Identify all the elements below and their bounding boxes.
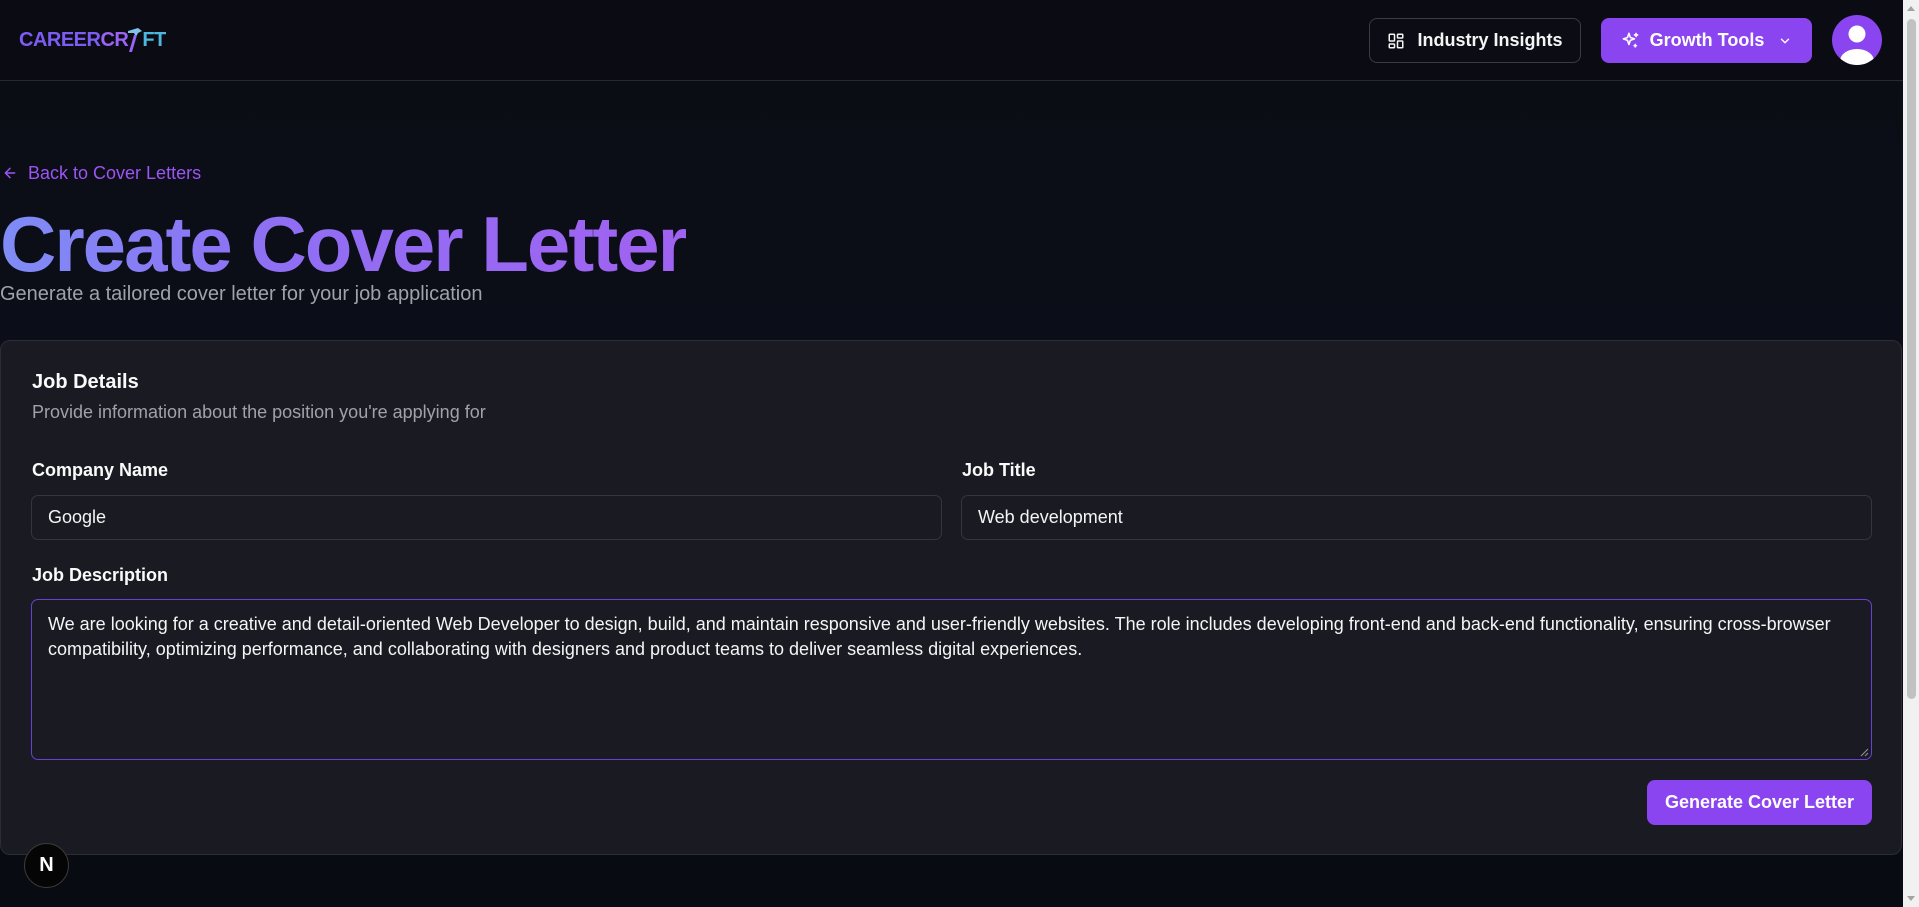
job-title-input[interactable] xyxy=(961,495,1872,540)
page-title: Create Cover Letter xyxy=(0,200,688,288)
nextjs-dev-badge[interactable]: N xyxy=(24,843,69,888)
scroll-down-arrow-icon[interactable] xyxy=(1907,896,1915,901)
job-description-textarea[interactable]: We are looking for a creative and detail… xyxy=(31,599,1872,760)
company-name-input[interactable] xyxy=(31,495,942,540)
job-details-card: Job Details Provide information about th… xyxy=(0,340,1902,855)
generate-button-label: Generate Cover Letter xyxy=(1664,792,1855,812)
chevron-down-icon xyxy=(1781,38,1790,43)
back-link-label: Back to Cover Letters xyxy=(28,162,202,183)
job-title-label: Job Title xyxy=(962,460,1036,480)
user-icon xyxy=(1840,25,1874,65)
top-navigation: CAREER CR FT Industry Insights Growth Too… xyxy=(0,0,1903,81)
page: CAREER CR FT Industry Insights Growth Too… xyxy=(0,0,1903,907)
layout-dashboard-icon xyxy=(1388,33,1404,48)
company-name-label: Company Name xyxy=(32,460,169,480)
resize-handle-icon[interactable] xyxy=(1859,747,1869,757)
back-to-cover-letters-link[interactable]: Back to Cover Letters xyxy=(2,161,201,185)
growth-tools-label: Growth Tools xyxy=(1649,30,1765,50)
scrollbar-thumb[interactable] xyxy=(1907,19,1916,699)
scroll-up-arrow-icon[interactable] xyxy=(1907,6,1915,11)
growth-tools-button[interactable]: Growth Tools xyxy=(1601,18,1812,63)
sparkles-icon xyxy=(1622,32,1639,48)
logo-text-career: CAREER xyxy=(19,28,101,51)
careercraft-logo[interactable]: CAREER CR FT xyxy=(19,24,166,56)
card-title: Job Details xyxy=(32,371,139,393)
industry-insights-button[interactable]: Industry Insights xyxy=(1369,18,1581,63)
page-subtitle: Generate a tailored cover letter for you… xyxy=(0,283,483,305)
industry-insights-label: Industry Insights xyxy=(1417,30,1563,50)
arrow-left-icon xyxy=(4,167,16,179)
logo-text-cr: CR xyxy=(100,28,129,51)
vertical-scrollbar[interactable] xyxy=(1903,0,1919,907)
logo-text-ft: FT xyxy=(142,28,166,51)
card-description: Provide information about the position y… xyxy=(32,402,486,422)
job-description-label: Job Description xyxy=(32,565,169,585)
nextjs-n-icon: N xyxy=(39,854,54,876)
generate-cover-letter-button[interactable]: Generate Cover Letter xyxy=(1647,780,1872,825)
user-avatar[interactable] xyxy=(1832,15,1882,65)
